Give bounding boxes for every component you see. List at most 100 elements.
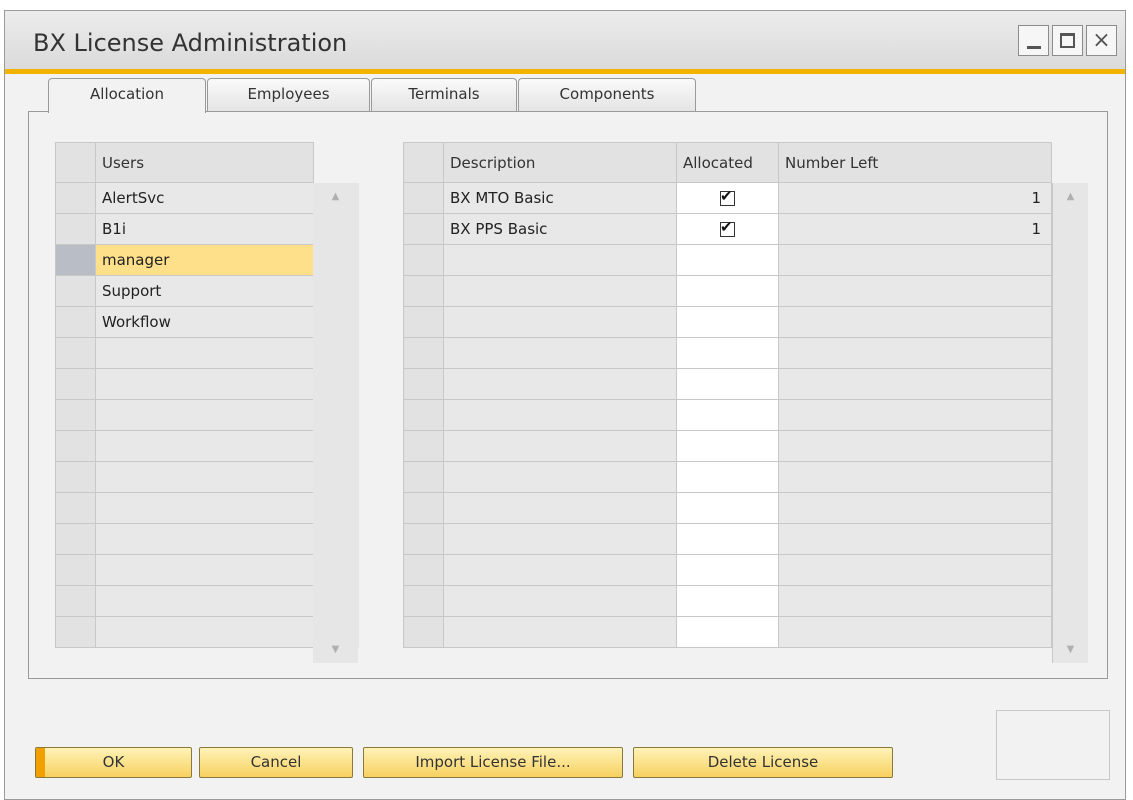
maximize-button[interactable] [1052, 25, 1083, 56]
allocated-cell[interactable] [676, 399, 779, 431]
user-name-cell[interactable]: B1i [95, 213, 314, 245]
user-name-cell[interactable] [95, 585, 314, 617]
close-button[interactable]: × [1086, 25, 1117, 56]
row-header[interactable] [55, 213, 96, 245]
row-header[interactable] [403, 585, 444, 617]
scroll-up-icon[interactable]: ▲ [313, 191, 358, 202]
user-name-cell[interactable] [95, 399, 314, 431]
allocated-cell[interactable] [676, 275, 779, 307]
allocated-cell[interactable] [676, 306, 779, 338]
user-name-cell[interactable] [95, 523, 314, 555]
row-header[interactable] [403, 368, 444, 400]
empty-license-row[interactable] [403, 492, 1052, 524]
empty-license-row[interactable] [403, 275, 1052, 307]
user-name-cell[interactable]: Support [95, 275, 314, 307]
user-name-cell[interactable] [95, 492, 314, 524]
allocated-checkbox[interactable]: ✔ [720, 187, 735, 206]
row-header[interactable] [403, 337, 444, 369]
tab-allocation[interactable]: Allocation [48, 78, 206, 113]
row-header[interactable] [55, 492, 96, 524]
delete-license-button[interactable]: Delete License [633, 747, 893, 778]
row-header[interactable] [403, 523, 444, 555]
row-header[interactable] [403, 399, 444, 431]
cancel-button[interactable]: Cancel [199, 747, 353, 778]
empty-license-row[interactable] [403, 523, 1052, 555]
row-header[interactable] [55, 430, 96, 462]
allocated-cell[interactable] [676, 244, 779, 276]
empty-license-row[interactable] [403, 430, 1052, 462]
user-name-cell[interactable] [95, 368, 314, 400]
row-header[interactable] [403, 182, 444, 214]
allocated-cell[interactable] [676, 368, 779, 400]
empty-license-row[interactable] [403, 337, 1052, 369]
user-name-cell[interactable]: Workflow [95, 306, 314, 338]
row-header[interactable] [403, 461, 444, 493]
row-header[interactable] [403, 430, 444, 462]
user-name-cell[interactable] [95, 616, 314, 648]
allocated-cell[interactable] [676, 430, 779, 462]
description-cell [443, 306, 677, 338]
tab-terminals[interactable]: Terminals [371, 78, 517, 111]
user-name-cell[interactable]: AlertSvc [95, 182, 314, 214]
allocated-cell[interactable] [676, 554, 779, 586]
empty-license-row[interactable] [403, 368, 1052, 400]
license-row[interactable]: BX MTO Basic ✔ 1 [403, 182, 1052, 214]
row-header[interactable] [55, 182, 96, 214]
user-name-cell[interactable] [95, 461, 314, 493]
row-header[interactable] [55, 585, 96, 617]
scroll-down-icon[interactable]: ▼ [313, 644, 358, 655]
allocated-checkbox[interactable]: ✔ [720, 218, 735, 237]
license-row[interactable]: BX PPS Basic ✔ 1 [403, 213, 1052, 245]
license-scrollbar[interactable]: ▲ ▼ [1052, 183, 1088, 663]
row-header[interactable] [55, 368, 96, 400]
users-column-header[interactable]: Users [95, 142, 314, 183]
empty-license-row[interactable] [403, 244, 1052, 276]
empty-license-row[interactable] [403, 616, 1052, 648]
row-header[interactable] [403, 275, 444, 307]
user-name-cell[interactable] [95, 337, 314, 369]
row-header[interactable] [403, 492, 444, 524]
user-name-cell[interactable] [95, 430, 314, 462]
description-column-header[interactable]: Description [443, 142, 677, 183]
empty-license-row[interactable] [403, 306, 1052, 338]
row-header[interactable] [55, 337, 96, 369]
ok-button[interactable]: OK [35, 747, 192, 778]
user-name-cell[interactable] [95, 554, 314, 586]
row-header[interactable] [55, 275, 96, 307]
allocated-cell[interactable]: ✔ [676, 213, 779, 245]
allocated-cell[interactable] [676, 337, 779, 369]
import-license-file-button[interactable]: Import License File... [363, 747, 623, 778]
user-name-cell[interactable]: manager [95, 244, 314, 276]
scroll-down-icon[interactable]: ▼ [1053, 644, 1088, 655]
row-header[interactable] [403, 554, 444, 586]
row-header[interactable] [403, 244, 444, 276]
row-header-corner [403, 142, 444, 183]
row-header[interactable] [403, 616, 444, 648]
allocated-cell[interactable] [676, 585, 779, 617]
allocated-cell[interactable] [676, 523, 779, 555]
allocated-cell[interactable]: ✔ [676, 182, 779, 214]
allocated-column-header[interactable]: Allocated [676, 142, 779, 183]
row-header[interactable] [403, 213, 444, 245]
empty-license-row[interactable] [403, 585, 1052, 617]
allocated-cell[interactable] [676, 616, 779, 648]
number-left-column-header[interactable]: Number Left [778, 142, 1052, 183]
allocated-cell[interactable] [676, 492, 779, 524]
minimize-button[interactable] [1018, 25, 1049, 56]
row-header[interactable] [55, 616, 96, 648]
row-header[interactable] [403, 306, 444, 338]
row-header[interactable] [55, 554, 96, 586]
row-header[interactable] [55, 399, 96, 431]
allocated-cell[interactable] [676, 461, 779, 493]
empty-license-row[interactable] [403, 461, 1052, 493]
tab-components[interactable]: Components [518, 78, 696, 111]
row-header[interactable] [55, 461, 96, 493]
empty-license-row[interactable] [403, 554, 1052, 586]
row-header[interactable] [55, 244, 96, 276]
users-scrollbar[interactable]: ▲ ▼ [313, 183, 358, 663]
tab-employees[interactable]: Employees [207, 78, 370, 111]
scroll-up-icon[interactable]: ▲ [1053, 191, 1088, 202]
row-header[interactable] [55, 306, 96, 338]
empty-license-row[interactable] [403, 399, 1052, 431]
row-header[interactable] [55, 523, 96, 555]
